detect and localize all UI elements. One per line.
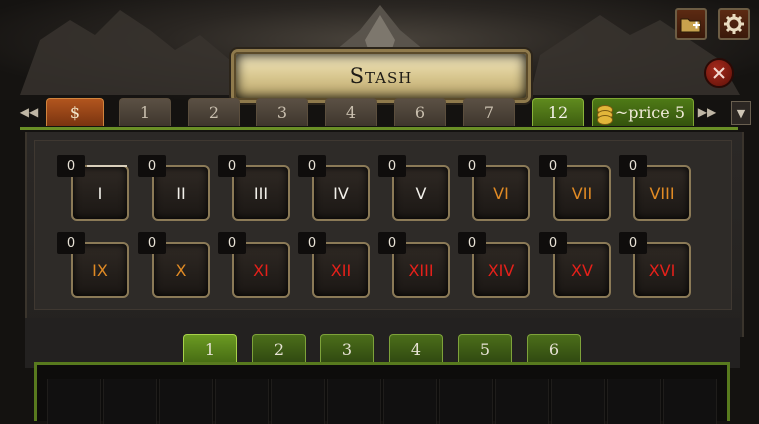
slot-count: 0 — [378, 232, 406, 254]
slot-progress-bar — [87, 165, 127, 167]
close-button[interactable] — [704, 58, 734, 88]
inventory-cell[interactable] — [607, 379, 661, 424]
slot-xiii[interactable]: XIII 0 — [378, 232, 452, 298]
slot-xiv[interactable]: XIV 0 — [458, 232, 532, 298]
inventory-cell[interactable] — [551, 379, 605, 424]
tab-label: 12 — [547, 103, 569, 122]
slot-count: 0 — [458, 232, 486, 254]
stash-tab-strip: $ 1 2 3 4 6 7 12 ~price 5 — [0, 98, 759, 130]
stash-title-plate: Stash — [234, 52, 528, 100]
tab-2[interactable]: 2 — [188, 98, 240, 126]
subtab-5[interactable]: 5 — [458, 334, 512, 364]
inventory-cell[interactable] — [271, 379, 325, 424]
inventory-cell[interactable] — [663, 379, 717, 424]
tab-label: $ — [69, 103, 81, 122]
slot-count: 0 — [298, 155, 326, 177]
slot-xii[interactable]: XII 0 — [298, 232, 372, 298]
slot-x[interactable]: X 0 — [138, 232, 212, 298]
slot-count: 0 — [298, 232, 326, 254]
double-chevron-right-icon: ▶▶ — [697, 105, 717, 119]
tab-3[interactable]: 3 — [256, 98, 308, 126]
subtab-2[interactable]: 2 — [252, 334, 306, 364]
tab-4[interactable]: 4 — [325, 98, 377, 126]
slot-iv[interactable]: IV 0 — [298, 155, 372, 221]
subtab-1[interactable]: 1 — [183, 334, 237, 364]
subtab-label: 4 — [410, 340, 422, 359]
stash-inventory-grid — [34, 362, 730, 424]
slot-vi[interactable]: VI 0 — [458, 155, 532, 221]
subtab-4[interactable]: 4 — [389, 334, 443, 364]
subtab-label: 3 — [341, 340, 353, 359]
inventory-cell[interactable] — [327, 379, 381, 424]
next-tab-arrow[interactable]: ▶▶ — [696, 100, 718, 124]
slot-count: 0 — [218, 232, 246, 254]
slot-ii[interactable]: II 0 — [138, 155, 212, 221]
slot-viii[interactable]: VIII 0 — [619, 155, 693, 221]
tab-price-5[interactable]: ~price 5 — [592, 98, 694, 126]
tab-underline — [20, 127, 738, 130]
slot-count: 0 — [218, 155, 246, 177]
inventory-cell[interactable] — [439, 379, 493, 424]
folder-plus-icon — [680, 18, 701, 33]
tab-7[interactable]: 7 — [463, 98, 515, 126]
slot-count: 0 — [539, 232, 567, 254]
coin-stack-icon — [597, 115, 613, 125]
inventory-cell[interactable] — [383, 379, 437, 424]
slot-ix[interactable]: IX 0 — [57, 232, 131, 298]
slot-i[interactable]: I 0 — [57, 155, 131, 221]
slot-count: 0 — [57, 155, 85, 177]
tab-label: 6 — [414, 103, 426, 122]
slot-count: 0 — [458, 155, 486, 177]
slot-xvi[interactable]: XVI 0 — [619, 232, 693, 298]
slot-count: 0 — [539, 155, 567, 177]
tab-label: 4 — [345, 103, 357, 122]
inventory-cell[interactable] — [215, 379, 269, 424]
inventory-cell[interactable] — [103, 379, 157, 424]
slot-count: 0 — [619, 232, 647, 254]
subtab-label: 2 — [273, 340, 285, 359]
tab-label: 1 — [139, 103, 151, 122]
inventory-cell[interactable] — [495, 379, 549, 424]
page-title: Stash — [349, 64, 413, 88]
subtab-band — [25, 318, 740, 368]
subtab-3[interactable]: 3 — [320, 334, 374, 364]
subtab-label: 1 — [204, 340, 216, 359]
slot-count: 0 — [138, 232, 166, 254]
slot-count: 0 — [619, 155, 647, 177]
slot-iii[interactable]: III 0 — [218, 155, 292, 221]
tab-label: 2 — [208, 103, 220, 122]
inventory-cell[interactable] — [159, 379, 213, 424]
slot-vii[interactable]: VII 0 — [539, 155, 613, 221]
close-icon — [713, 67, 725, 79]
subtab-6[interactable]: 6 — [527, 334, 581, 364]
subtab-label: 5 — [479, 340, 491, 359]
tab-label: 7 — [483, 103, 495, 122]
slot-count: 0 — [378, 155, 406, 177]
inventory-cell[interactable] — [47, 379, 101, 424]
tab-list-dropdown[interactable]: ▼ — [731, 101, 751, 125]
tab-1[interactable]: 1 — [119, 98, 171, 126]
chevron-down-icon: ▼ — [736, 106, 746, 120]
tab-label: 3 — [276, 103, 288, 122]
settings-button[interactable] — [718, 8, 750, 40]
slot-xi[interactable]: XI 0 — [218, 232, 292, 298]
tab-6[interactable]: 6 — [394, 98, 446, 126]
slot-v[interactable]: V 0 — [378, 155, 452, 221]
tab-12[interactable]: 12 — [532, 98, 584, 126]
tab-label: ~price 5 — [614, 103, 685, 122]
tab-currency[interactable]: $ — [46, 98, 104, 126]
gear-icon — [724, 14, 744, 34]
slot-xv[interactable]: XV 0 — [539, 232, 613, 298]
slot-count: 0 — [57, 232, 85, 254]
slot-count: 0 — [138, 155, 166, 177]
subtab-label: 6 — [548, 340, 560, 359]
new-tab-button[interactable] — [675, 8, 707, 40]
